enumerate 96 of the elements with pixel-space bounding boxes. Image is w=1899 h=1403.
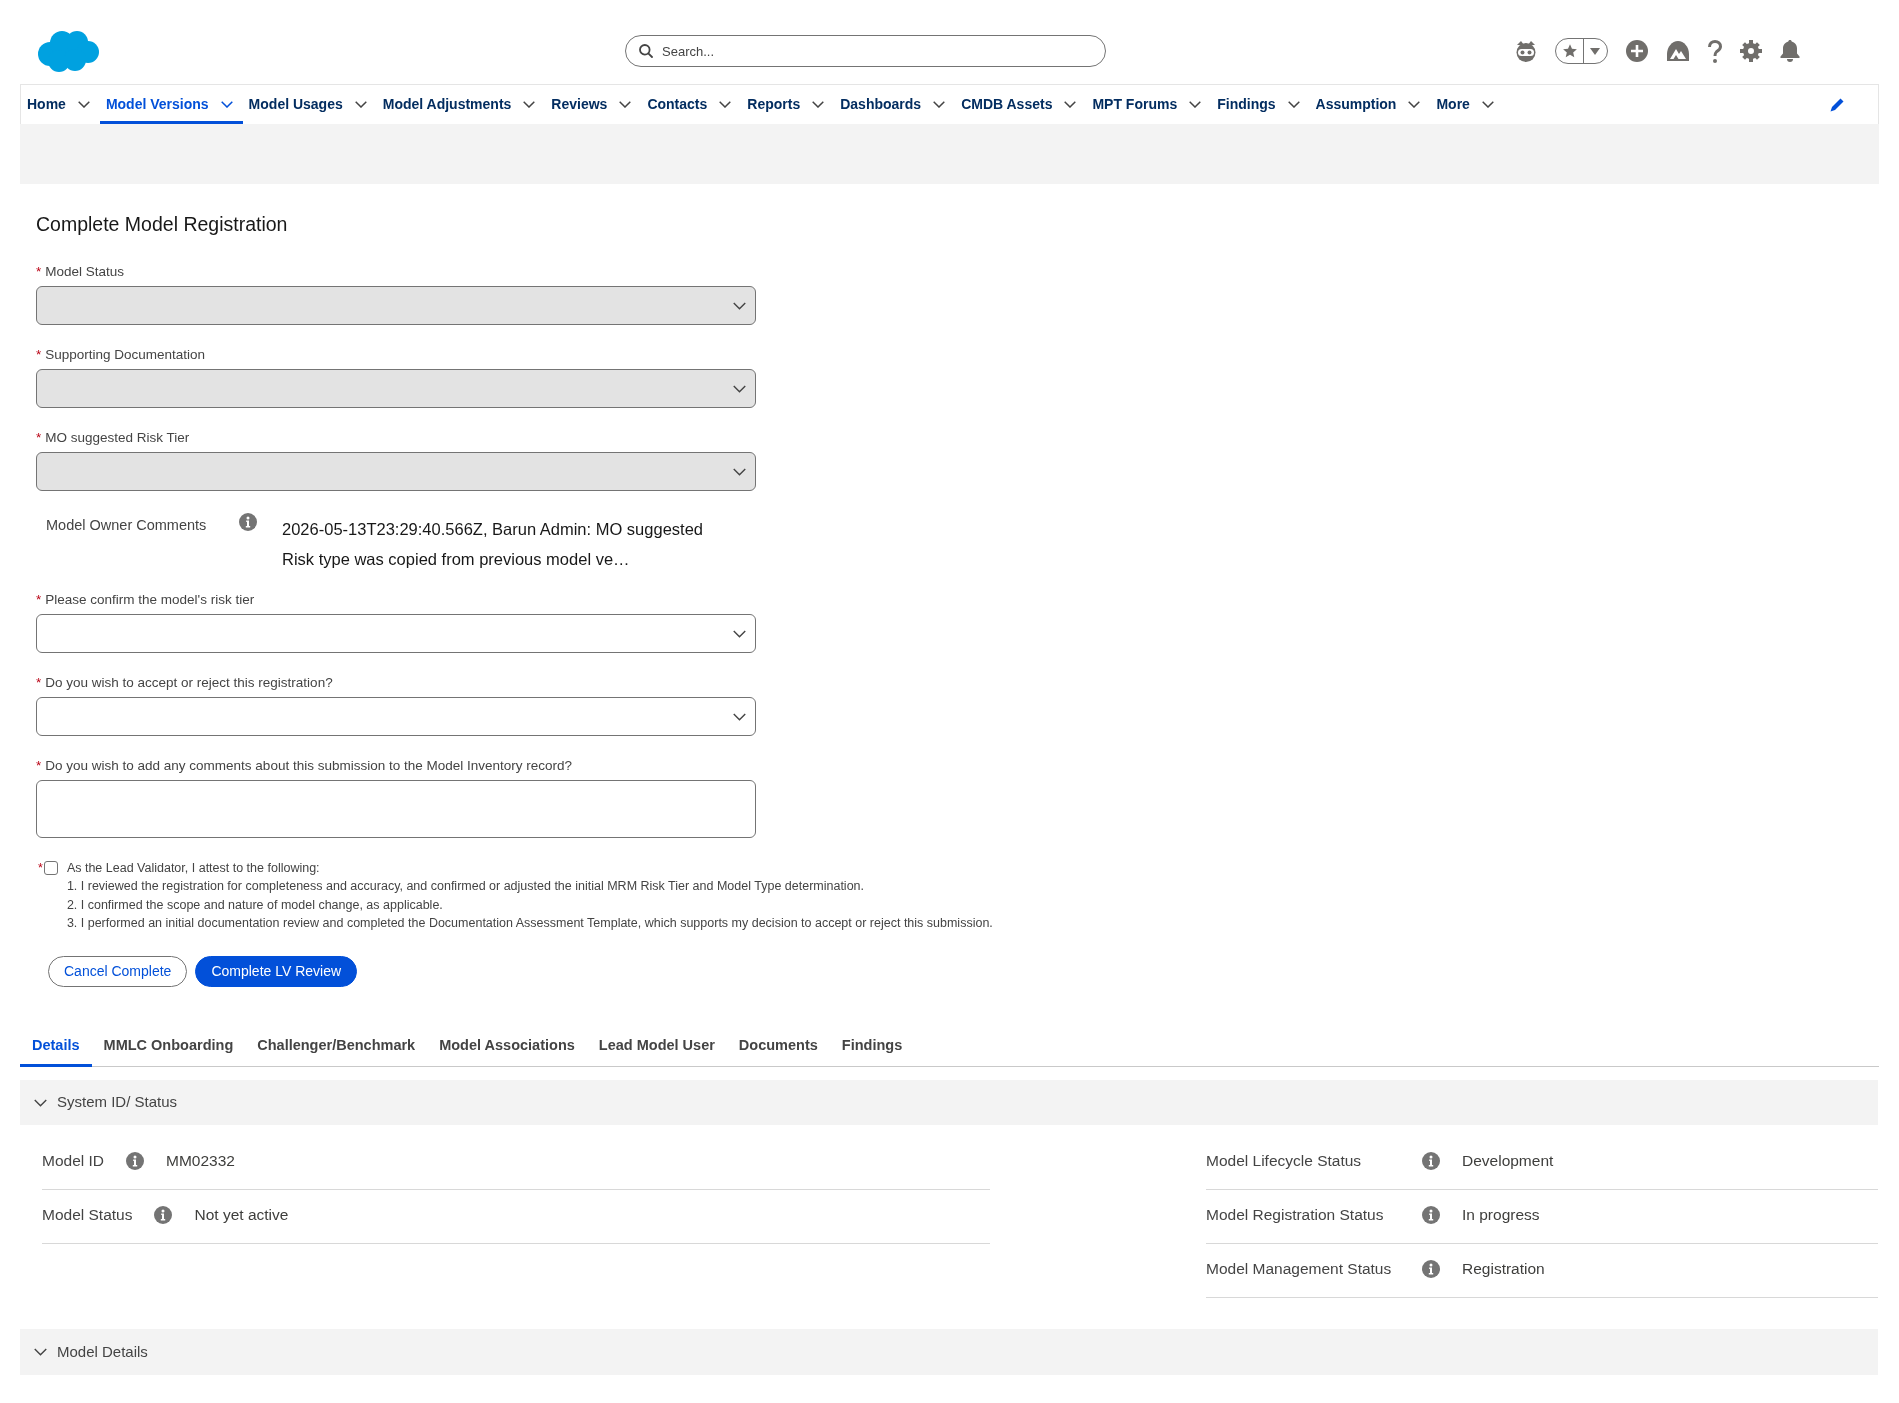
field-value: Development — [1462, 1151, 1554, 1172]
bell-icon[interactable] — [1780, 40, 1800, 62]
chevron-down-icon — [733, 712, 746, 721]
nav-tab[interactable]: Model Adjustments — [376, 85, 546, 124]
chevron-down-icon[interactable] — [220, 101, 233, 108]
info-icon[interactable] — [154, 1206, 173, 1225]
add-icon[interactable] — [1626, 40, 1648, 62]
chevron-down-icon — [733, 301, 746, 310]
list-item-text: 2. I confirmed the scope and nature of model change, as applicable. — [66, 896, 443, 914]
required-mark: * — [38, 860, 43, 877]
nav-tab[interactable]: Dashboards — [834, 85, 956, 124]
tab[interactable]: Details — [20, 1027, 92, 1068]
tab[interactable]: Model Associations — [427, 1027, 587, 1068]
nav-tab[interactable]: Assumption — [1309, 85, 1431, 124]
dropdown-field[interactable] — [36, 697, 756, 736]
nav-tab[interactable]: Home — [21, 85, 100, 124]
section-header[interactable]: System ID/ Status — [20, 1080, 1878, 1126]
field-label: Model Owner Comments — [46, 516, 208, 535]
info-icon[interactable] — [1422, 1260, 1440, 1279]
chevron-down-icon[interactable] — [1287, 101, 1300, 108]
info-icon[interactable] — [126, 1152, 145, 1171]
list-item-text: 3. I performed an initial documentation review and completed the Documentation Assessment Template, which supports my decision to accept or reject this submission. — [66, 914, 993, 932]
nav-tab[interactable]: Model Usages — [242, 85, 377, 124]
nav-tab[interactable]: CMDB Assets — [955, 85, 1087, 124]
chevron-down-icon[interactable] — [1481, 101, 1494, 108]
favorites-button[interactable] — [1555, 38, 1608, 64]
chevron-down-icon[interactable] — [523, 101, 536, 108]
chevron-down-icon[interactable] — [1064, 101, 1077, 108]
nav-tab[interactable]: Contacts — [641, 85, 742, 124]
required-mark: * — [36, 591, 42, 609]
nav-tab[interactable]: MPT Forums — [1086, 85, 1212, 124]
field-label: Model Registration Status — [1206, 1205, 1385, 1226]
chevron-down-icon[interactable] — [812, 101, 825, 108]
required-mark: * — [36, 674, 42, 692]
comment-field[interactable] — [36, 780, 756, 838]
field-value: 2026-05-13T23:29:40.566Z, Barun Admin: MO suggested Risk type was copied from previous model ve… — [282, 519, 705, 570]
help-icon[interactable] — [1708, 39, 1722, 63]
search-icon — [639, 44, 653, 58]
chevron-down-icon[interactable] — [933, 101, 946, 108]
checkbox[interactable] — [43, 861, 58, 875]
required-mark: * — [36, 263, 42, 281]
nav-tab[interactable]: Findings — [1211, 85, 1310, 124]
field-label: Please confirm the model's risk tier — [45, 591, 255, 609]
caret-icon — [1590, 47, 1600, 55]
field-label: MO suggested Risk Tier — [45, 429, 190, 447]
field-label: Model Lifecycle Status — [1206, 1151, 1363, 1172]
dropdown-field[interactable] — [36, 614, 756, 653]
chevron-down-icon — [34, 1348, 47, 1357]
nav-tab[interactable]: More — [1430, 85, 1504, 124]
pencil-icon[interactable] — [1830, 97, 1844, 112]
tab[interactable]: Challenger/Benchmark — [245, 1027, 428, 1068]
chevron-down-icon — [733, 384, 746, 393]
chevron-down-icon — [34, 1098, 47, 1107]
form-title: Complete Model Registration — [36, 212, 288, 236]
chevron-down-icon — [733, 467, 746, 476]
info-icon[interactable] — [1422, 1152, 1440, 1171]
info-icon[interactable] — [1422, 1206, 1440, 1225]
chevron-down-icon[interactable] — [619, 101, 632, 108]
field-label: Do you wish to accept or reject this registration? — [45, 674, 333, 692]
cancel-button[interactable]: Cancel Complete — [48, 956, 188, 988]
star-icon — [1563, 44, 1577, 58]
field-value: Not yet active — [194, 1205, 289, 1226]
required-mark: * — [36, 429, 42, 447]
cloud-icon — [37, 30, 99, 72]
tab[interactable]: MMLC Onboarding — [91, 1027, 246, 1068]
field-label: Model ID — [42, 1151, 105, 1172]
tab[interactable]: Documents — [726, 1027, 830, 1068]
nav-tab[interactable]: Reviews — [545, 85, 642, 124]
required-mark: * — [36, 346, 42, 364]
chevron-down-icon[interactable] — [354, 101, 367, 108]
field-value: Registration — [1462, 1259, 1545, 1280]
info-icon[interactable] — [239, 513, 257, 531]
field-value: In progress — [1462, 1205, 1540, 1226]
field-label: Supporting Documentation — [45, 346, 206, 364]
field-label: Model Management Status — [1206, 1259, 1393, 1280]
chevron-down-icon[interactable] — [1189, 101, 1202, 108]
submit-button[interactable]: Complete LV Review — [195, 956, 358, 988]
chevron-down-icon[interactable] — [1408, 101, 1421, 108]
required-mark: * — [36, 757, 42, 775]
field-label: Do you wish to add any comments about this submission to the Model Inventory record? — [45, 757, 573, 775]
chevron-down-icon — [733, 629, 746, 638]
chevron-down-icon[interactable] — [719, 101, 732, 108]
field-label: Model Status — [45, 263, 125, 281]
list-item-text: 1. I reviewed the registration for completeness and accuracy, and confirmed or adjusted the initial MRM Risk Tier and Model Type determination. — [66, 878, 865, 896]
section-header[interactable]: Model Details — [20, 1329, 1878, 1376]
mountain-icon[interactable] — [1666, 40, 1690, 62]
field-label: Model Status — [42, 1205, 133, 1226]
tab[interactable]: Findings — [829, 1027, 915, 1068]
field-value: MM02332 — [166, 1151, 235, 1172]
tab[interactable]: Lead Model User — [586, 1027, 727, 1068]
chevron-down-icon[interactable] — [77, 101, 90, 108]
search-field[interactable]: Search... — [625, 35, 1106, 67]
nav-tab[interactable]: Reports — [741, 85, 835, 124]
settings-icon[interactable] — [1740, 40, 1762, 62]
checkbox-label: As the Lead Validator, I attest to the following: — [66, 860, 320, 877]
character-icon[interactable] — [1515, 40, 1537, 62]
